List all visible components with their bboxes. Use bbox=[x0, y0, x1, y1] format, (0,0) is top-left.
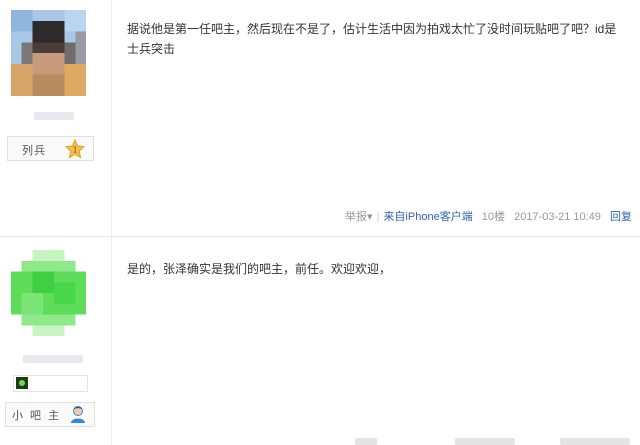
level-number: 1 bbox=[72, 146, 77, 155]
user-icon bbox=[68, 404, 88, 429]
partial-meta bbox=[455, 438, 515, 445]
device-source-link[interactable]: 来自iPhone客户端 bbox=[383, 211, 472, 223]
partial-meta bbox=[355, 438, 377, 445]
username[interactable] bbox=[23, 355, 83, 363]
report-link[interactable]: 举报▾ bbox=[345, 211, 373, 223]
role-badge: 小 吧 主 bbox=[5, 402, 95, 427]
post-divider bbox=[0, 236, 640, 237]
post-content: 据说他是第一任吧主，然后现在不是了，估计生活中因为拍戏太忙了没时间玩贴吧了吧？i… bbox=[127, 22, 617, 56]
member-badge-icon bbox=[16, 377, 28, 389]
role-label: 小 吧 主 bbox=[12, 410, 62, 422]
username[interactable] bbox=[34, 112, 74, 120]
post-time: 2017-03-21 10:49 bbox=[514, 211, 601, 223]
chevron-down-icon: ▾ bbox=[367, 211, 373, 223]
level-star-icon: 1 bbox=[64, 138, 86, 164]
device-prefix[interactable]: 来自iPhone客户端 bbox=[383, 211, 472, 223]
post-content: 是的，张泽确实是我们的吧主，前任。欢迎欢迎， bbox=[127, 262, 392, 276]
user-avatar[interactable] bbox=[10, 250, 87, 336]
partial-meta bbox=[560, 438, 630, 445]
reply-button[interactable]: 回复 bbox=[610, 211, 632, 223]
meta-separator: | bbox=[376, 211, 380, 223]
rank-badge: 列兵 1 bbox=[7, 136, 94, 161]
floor-number: 10楼 bbox=[481, 211, 506, 223]
rank-label: 列兵 bbox=[22, 145, 46, 157]
member-badge bbox=[13, 375, 88, 392]
post-meta: 举报▾ | 来自iPhone客户端 10楼 2017-03-21 10:49 回复 bbox=[345, 208, 632, 224]
user-avatar[interactable] bbox=[10, 10, 87, 96]
